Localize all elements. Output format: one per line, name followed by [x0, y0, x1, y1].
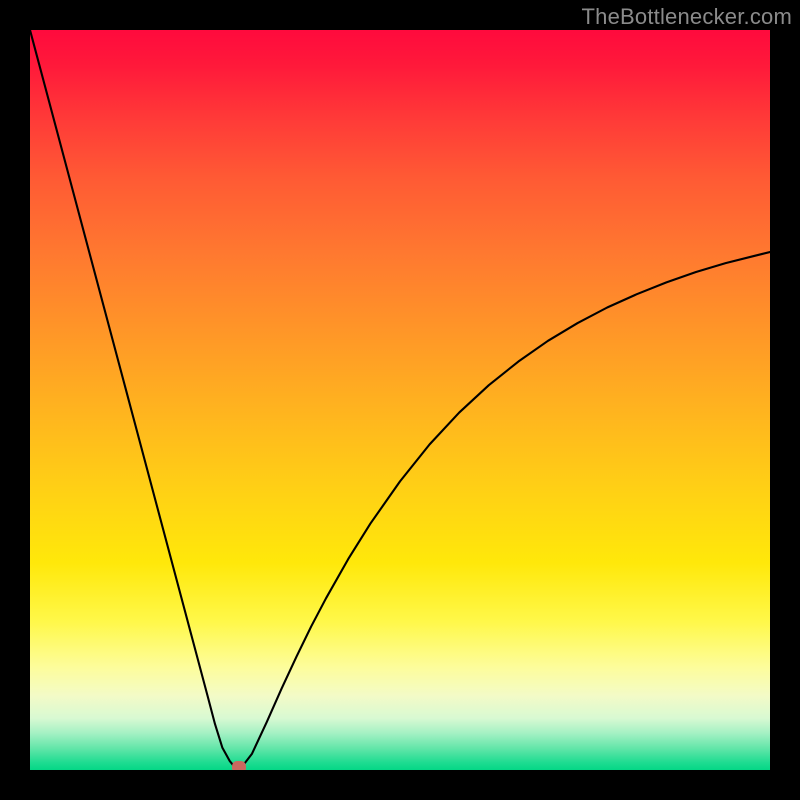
watermark-text: TheBottlenecker.com [582, 4, 792, 30]
optimum-marker [232, 761, 246, 770]
plot-area [30, 30, 770, 770]
bottleneck-curve [30, 30, 770, 767]
curve-svg [30, 30, 770, 770]
chart-frame: TheBottlenecker.com [0, 0, 800, 800]
